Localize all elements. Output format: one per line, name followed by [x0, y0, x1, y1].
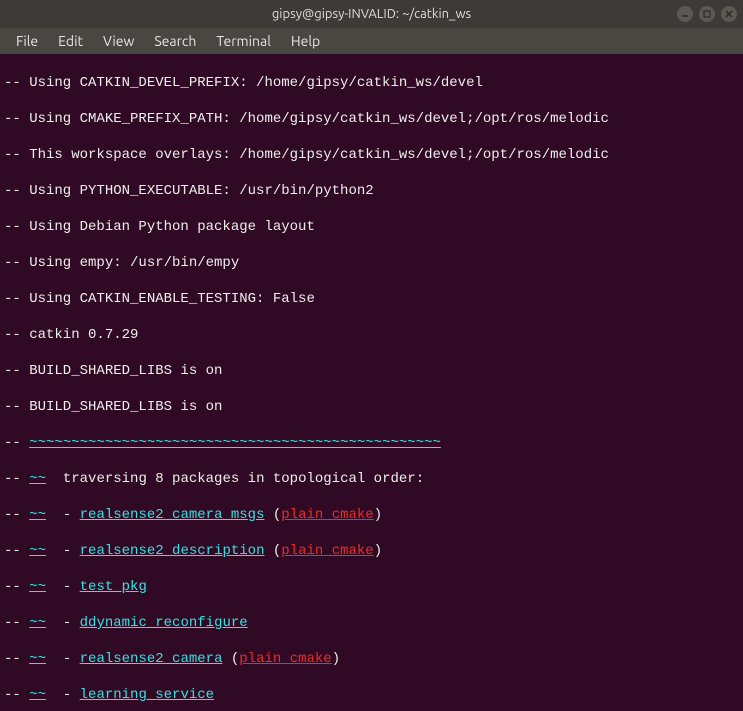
output-line: -- Using PYTHON_EXECUTABLE: /usr/bin/pyt…	[4, 182, 739, 200]
maximize-button[interactable]	[699, 6, 715, 22]
output-line: -- ~~ - realsense2_description (plain cm…	[4, 542, 739, 560]
output-line: -- Using Debian Python package layout	[4, 218, 739, 236]
menu-view[interactable]: View	[95, 31, 142, 51]
output-line: -- catkin 0.7.29	[4, 326, 739, 344]
menubar: File Edit View Search Terminal Help	[0, 28, 743, 54]
menu-search[interactable]: Search	[146, 31, 204, 51]
output-line: -- Using CMAKE_PREFIX_PATH: /home/gipsy/…	[4, 110, 739, 128]
output-line: -- ~~ - learning_service	[4, 686, 739, 704]
output-line: -- Using empy: /usr/bin/empy	[4, 254, 739, 272]
output-line: -- ~~ - test_pkg	[4, 578, 739, 596]
menu-edit[interactable]: Edit	[50, 31, 91, 51]
close-button[interactable]	[721, 6, 737, 22]
minimize-button[interactable]	[677, 6, 693, 22]
output-line: -- ~~ - realsense2_camera (plain cmake)	[4, 650, 739, 668]
titlebar: gipsy@gipsy-INVALID: ~/catkin_ws	[0, 0, 743, 28]
window-controls	[677, 6, 737, 22]
output-line: -- This workspace overlays: /home/gipsy/…	[4, 146, 739, 164]
window-title: gipsy@gipsy-INVALID: ~/catkin_ws	[272, 7, 471, 21]
output-line: -- Using CATKIN_DEVEL_PREFIX: /home/gips…	[4, 74, 739, 92]
output-line: -- ~~ - realsense2_camera_msgs (plain cm…	[4, 506, 739, 524]
menu-file[interactable]: File	[8, 31, 46, 51]
menu-terminal[interactable]: Terminal	[208, 31, 279, 51]
output-line: -- ~~ - ddynamic_reconfigure	[4, 614, 739, 632]
output-line: -- BUILD_SHARED_LIBS is on	[4, 398, 739, 416]
terminal-output[interactable]: -- Using CATKIN_DEVEL_PREFIX: /home/gips…	[0, 54, 743, 711]
output-line: -- ~~ traversing 8 packages in topologic…	[4, 470, 739, 488]
output-line: -- BUILD_SHARED_LIBS is on	[4, 362, 739, 380]
output-line: -- Using CATKIN_ENABLE_TESTING: False	[4, 290, 739, 308]
menu-help[interactable]: Help	[283, 31, 328, 51]
output-line: -- ~~~~~~~~~~~~~~~~~~~~~~~~~~~~~~~~~~~~~…	[4, 434, 739, 452]
